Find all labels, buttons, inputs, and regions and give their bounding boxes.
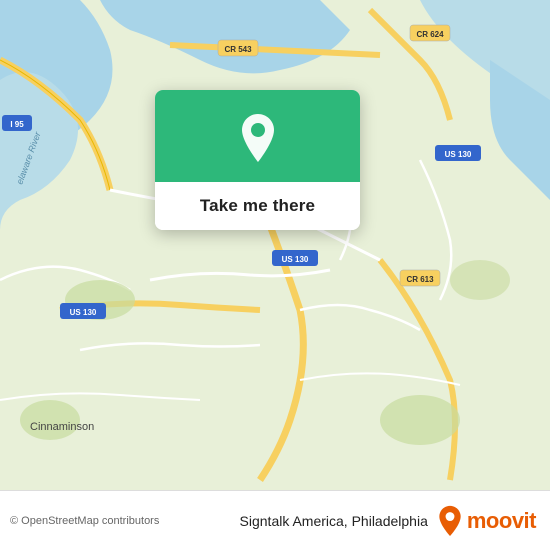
svg-text:CR 624: CR 624 bbox=[416, 30, 444, 39]
svg-text:US 130: US 130 bbox=[70, 308, 97, 317]
svg-text:CR 543: CR 543 bbox=[224, 45, 252, 54]
svg-text:Cinnaminson: Cinnaminson bbox=[30, 421, 94, 433]
bottom-bar: © OpenStreetMap contributors Signtalk Am… bbox=[0, 490, 550, 550]
moovit-brand-text: moovit bbox=[467, 508, 536, 534]
popup-map-area bbox=[155, 90, 360, 182]
location-pin-icon bbox=[236, 112, 280, 164]
popup-card: Take me there bbox=[155, 90, 360, 230]
map-container: I 95 CR 543 CR 624 US 130 US 130 US 130 … bbox=[0, 0, 550, 490]
svg-text:US 130: US 130 bbox=[445, 150, 472, 159]
svg-text:CR 613: CR 613 bbox=[406, 275, 434, 284]
map-attribution: © OpenStreetMap contributors bbox=[10, 515, 159, 527]
svg-text:US 130: US 130 bbox=[282, 255, 309, 264]
take-me-there-button[interactable]: Take me there bbox=[155, 182, 360, 230]
svg-text:I 95: I 95 bbox=[10, 120, 24, 129]
moovit-logo: moovit bbox=[436, 505, 536, 537]
app-name: Signtalk America, Philadelphia bbox=[240, 513, 428, 529]
map-svg: I 95 CR 543 CR 624 US 130 US 130 US 130 … bbox=[0, 0, 550, 490]
moovit-logo-icon bbox=[436, 505, 464, 537]
app-info: Signtalk America, Philadelphia moovit bbox=[240, 505, 536, 537]
